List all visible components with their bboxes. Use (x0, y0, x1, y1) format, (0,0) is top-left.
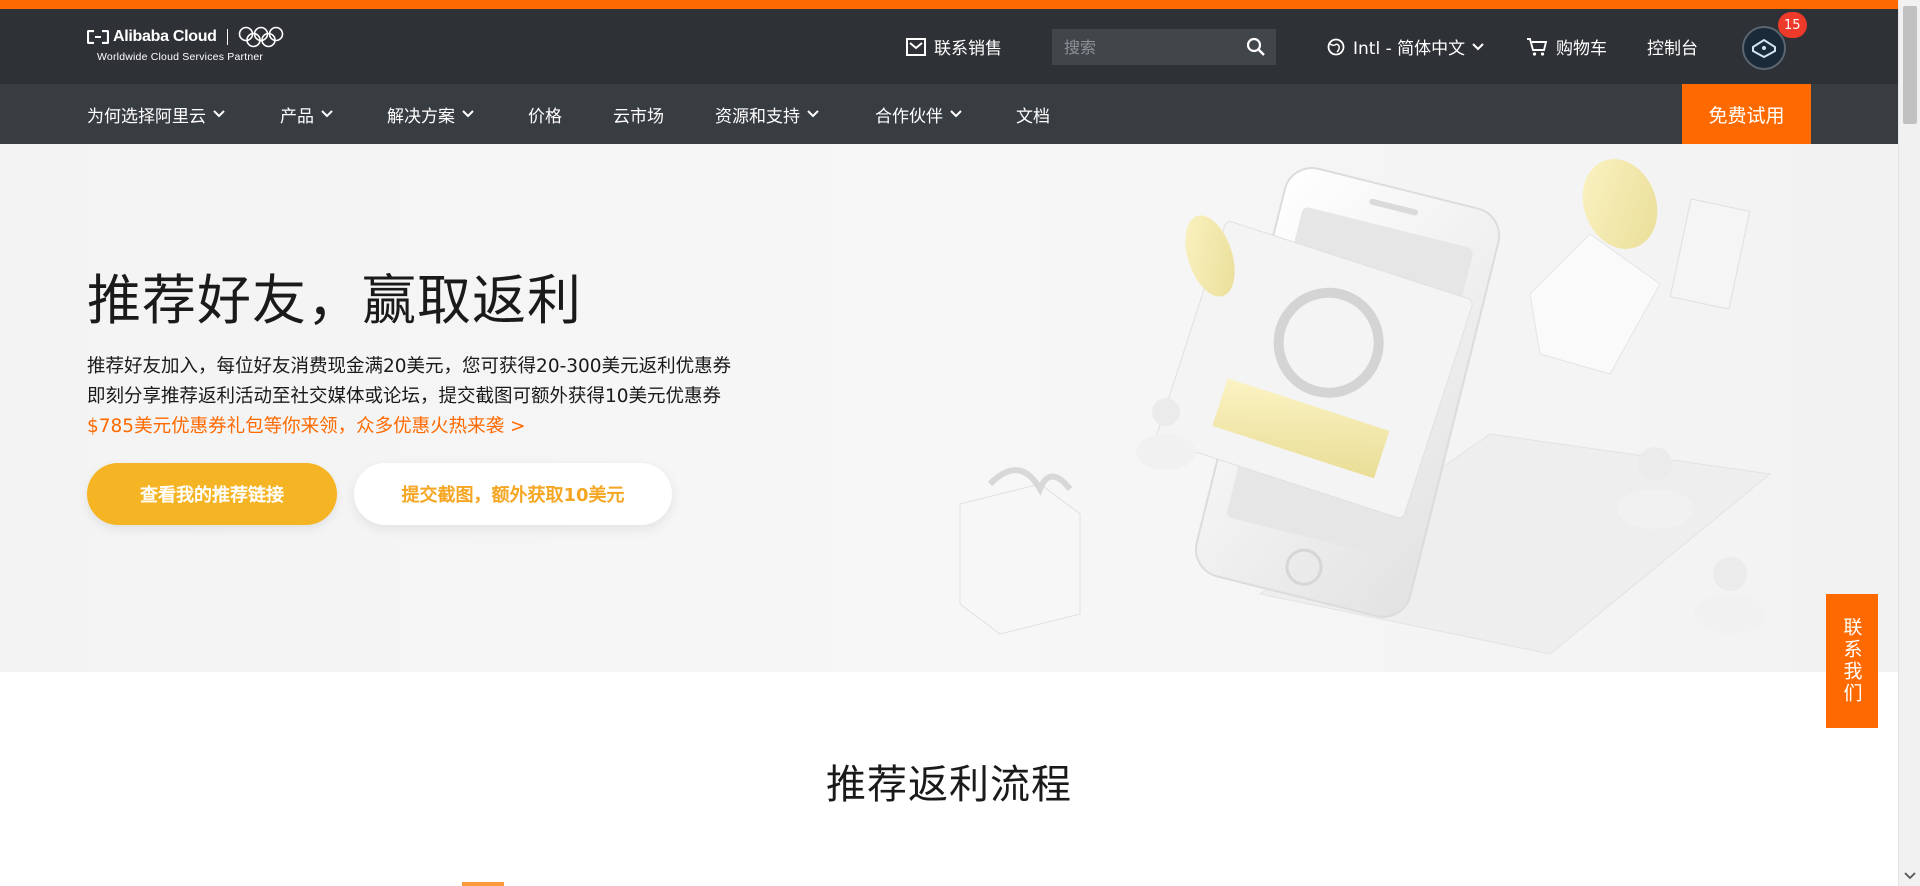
nav-item-label: 文档 (1016, 106, 1050, 127)
chevron-down-icon (462, 110, 474, 118)
chevron-down-icon (213, 110, 225, 118)
page-scrollbar[interactable] (1898, 0, 1920, 886)
section-accent-mark (462, 882, 504, 886)
chevron-down-icon (1472, 42, 1484, 50)
user-avatar-icon (1752, 38, 1776, 59)
logo-brand-text: Alibaba Cloud (113, 28, 217, 45)
nav-item-partners[interactable]: 合作伙伴 (875, 84, 963, 144)
nav-item-why-alibaba[interactable]: 为何选择阿里云 (87, 84, 226, 144)
nav-item-label: 合作伙伴 (875, 106, 943, 127)
hero-line-1: 推荐好友加入，每位好友消费现金满20美元，您可获得20-300美元返利优惠券 (87, 356, 732, 377)
alibaba-logo-icon (87, 30, 109, 44)
hero-title: 推荐好友，赢取返利 (87, 269, 582, 332)
cart-link[interactable]: 购物车 (1526, 9, 1607, 84)
olympic-rings-icon (238, 26, 283, 48)
search-icon[interactable] (1246, 37, 1266, 57)
chevron-down-icon (321, 110, 333, 118)
chevron-down-icon (950, 110, 962, 118)
cart-icon (1527, 37, 1548, 56)
nav-item-label: 云市场 (613, 106, 664, 127)
nav-item-label: 解决方案 (387, 106, 455, 127)
logo-tagline: Worldwide Cloud Services Partner (97, 51, 264, 63)
nav-item-label: 为何选择阿里云 (87, 106, 206, 127)
nav-item-marketplace[interactable]: 云市场 (613, 84, 664, 144)
nav-item-solutions[interactable]: 解决方案 (387, 84, 475, 144)
hero-banner: 推荐好友，赢取返利 推荐好友加入，每位好友消费现金满20美元，您可获得20-30… (0, 144, 1898, 672)
hero-illustration (959, 159, 1772, 655)
scroll-down-arrow-icon[interactable] (1904, 872, 1916, 880)
globe-icon (1327, 38, 1345, 55)
nav-item-products[interactable]: 产品 (280, 84, 334, 144)
nav-item-pricing[interactable]: 价格 (528, 84, 562, 144)
promo-link[interactable]: $785美元优惠券礼包等你来领，众多优惠火热来袭 > (87, 412, 731, 442)
nav-item-docs[interactable]: 文档 (1016, 84, 1050, 144)
cart-label: 购物车 (1556, 39, 1607, 59)
notification-badge[interactable]: 15 (1778, 12, 1807, 38)
scrollbar-thumb[interactable] (1903, 6, 1917, 124)
console-label: 控制台 (1647, 39, 1698, 59)
contact-us-float-button[interactable]: 联系我们 (1826, 594, 1878, 728)
submit-screenshot-button[interactable]: 提交截图，额外获取10美元 (354, 463, 672, 525)
nav-item-resources[interactable]: 资源和支持 (715, 84, 820, 144)
nav-item-label: 资源和支持 (715, 106, 800, 127)
search-box[interactable] (1052, 29, 1276, 65)
section-title: 推荐返利流程 (826, 762, 1072, 808)
top-accent-strip (0, 0, 1898, 9)
hero-description: 推荐好友加入，每位好友消费现金满20美元，您可获得20-300美元返利优惠券 即… (87, 352, 731, 442)
search-input[interactable] (1052, 37, 1232, 57)
language-label: Intl - 简体中文 (1353, 39, 1466, 59)
contact-sales-label: 联系销售 (934, 39, 1002, 59)
console-link[interactable]: 控制台 (1647, 9, 1698, 84)
mail-icon (906, 37, 926, 56)
nav-item-label: 价格 (528, 106, 562, 127)
hero-line-2: 即刻分享推荐返利活动至社交媒体或论坛，提交截图可额外获得10美元优惠券 (87, 386, 722, 407)
view-referral-link-button[interactable]: 查看我的推荐链接 (87, 463, 337, 525)
contact-sales-link[interactable]: 联系销售 (906, 9, 1002, 84)
free-trial-button[interactable]: 免费试用 (1682, 84, 1811, 144)
avatar[interactable] (1742, 26, 1786, 70)
nav-item-label: 产品 (280, 106, 314, 127)
chevron-down-icon (807, 110, 819, 118)
language-selector[interactable]: Intl - 简体中文 (1327, 9, 1485, 84)
logo-separator (226, 29, 228, 45)
alibaba-cloud-logo[interactable]: Alibaba Cloud Worldwide Cloud Services P… (87, 26, 284, 63)
